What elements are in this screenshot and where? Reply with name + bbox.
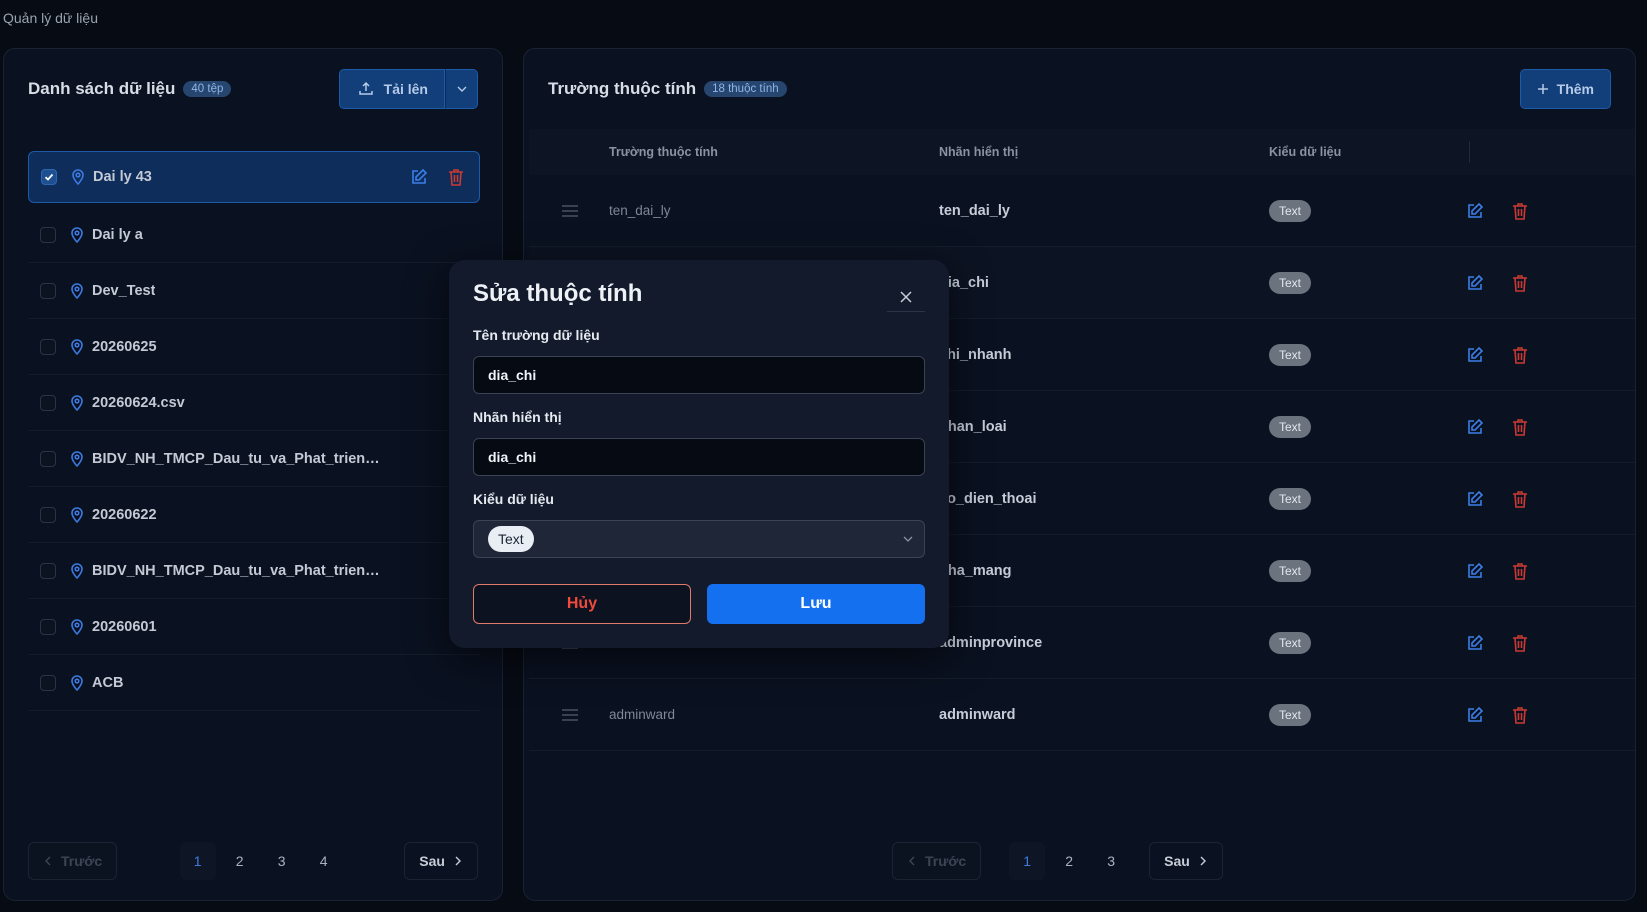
data-type-label: Kiểu dữ liệu <box>473 491 554 507</box>
close-icon <box>899 290 913 304</box>
modal-title: Sửa thuộc tính <box>473 280 643 307</box>
data-type-chip: Text <box>488 526 534 552</box>
field-name-label: Tên trường dữ liệu <box>473 327 600 343</box>
data-type-select[interactable]: Text <box>473 520 925 558</box>
edit-attribute-modal: Sửa thuộc tính Tên trường dữ liệu Nhãn h… <box>449 260 949 648</box>
chevron-down-icon <box>902 533 914 545</box>
field-name-input[interactable] <box>473 356 925 394</box>
save-button[interactable]: Lưu <box>707 584 925 624</box>
close-modal-button[interactable] <box>887 282 925 312</box>
display-label-label: Nhãn hiển thị <box>473 409 562 425</box>
display-label-input[interactable] <box>473 438 925 476</box>
cancel-button[interactable]: Hủy <box>473 584 691 624</box>
